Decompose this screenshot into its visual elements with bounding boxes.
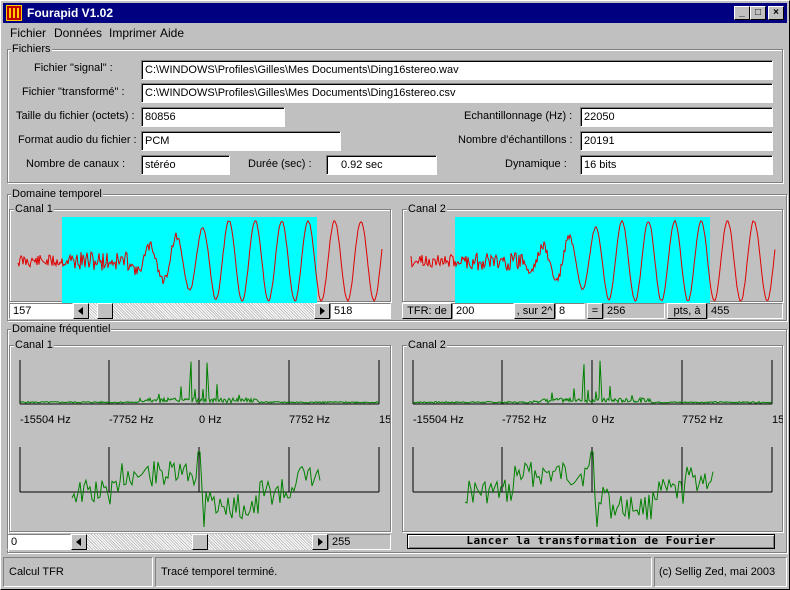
menu-aide-label: Aide — [160, 26, 185, 40]
freq-scroll-right-button[interactable] — [312, 534, 328, 550]
nb-echantillons-label: Nombre d'échantillons : — [458, 134, 573, 146]
scroll-left-button[interactable] — [73, 303, 89, 319]
transforme-label: Fichier "transformé" : — [22, 86, 125, 98]
tfr-de-label: TFR: de — [402, 303, 452, 319]
time-scrollbar[interactable] — [73, 303, 330, 319]
time-end-field[interactable]: 518 — [330, 303, 391, 319]
menu-imprimer-label: Imprimer — [109, 26, 157, 40]
time-scroll-thumb[interactable] — [97, 303, 113, 319]
signal-label: Fichier "signal" : — [34, 62, 113, 74]
main-window: Fourapid V1.02 _ □ × Fichier Données Imp… — [0, 0, 790, 590]
arrow-left-icon — [76, 538, 81, 546]
lancer-transformation-button[interactable]: Lancer la transformation de Fourier — [407, 534, 775, 549]
menu-donnees[interactable]: Données — [54, 26, 102, 40]
status-middle: Tracé temporel terminé. — [155, 557, 652, 587]
time-plot-canal1 — [17, 217, 383, 303]
status-left: Calcul TFR — [3, 557, 153, 587]
tfr-start-field[interactable]: 200 — [452, 303, 514, 319]
arrow-left-icon — [78, 307, 83, 315]
menu-fichier[interactable]: Fichier — [10, 26, 46, 40]
freq-tick-label: -15504 Hz — [413, 414, 464, 426]
power-field[interactable]: 8 — [555, 303, 585, 319]
freq-scroll-left-button[interactable] — [71, 534, 87, 550]
menu-bar: Fichier Données Imprimer Aide — [3, 24, 787, 42]
scroll-right-button[interactable] — [314, 303, 330, 319]
freq-plot-canal2: -15504 Hz -7752 Hz 0 Hz 7752 Hz 15 — [412, 360, 783, 528]
menu-fichier-label: Fichier — [10, 26, 47, 40]
freq-start-field[interactable]: 0 — [7, 534, 71, 550]
app-icon[interactable] — [6, 5, 22, 21]
dynamique-field[interactable]: 16 bits — [580, 155, 773, 175]
duree-label: Durée (sec) : — [248, 158, 312, 170]
pts-label: pts, à — [667, 303, 707, 319]
echantillonnage-label: Echantillonnage (Hz) : — [464, 110, 573, 122]
menu-imprimer[interactable]: Imprimer — [109, 26, 156, 40]
freq-end-field: 255 — [328, 534, 391, 550]
fichiers-group-label: Fichiers — [11, 43, 52, 55]
arrow-right-icon — [320, 307, 325, 315]
sur-label: , sur 2^ — [514, 303, 555, 319]
frequentiel-group-label: Domaine fréquentiel — [11, 323, 112, 335]
signal-file-field[interactable]: C:\WINDOWS\Profiles\Gilles\Mes Documents… — [141, 60, 773, 80]
duree-field[interactable]: 0.92 sec — [326, 155, 437, 175]
format-field[interactable]: PCM — [141, 131, 341, 151]
freq-tick-label: -15504 Hz — [20, 414, 71, 426]
minimize-button[interactable]: _ — [734, 6, 750, 20]
spectrum-axis-canal2 — [412, 360, 773, 405]
tfr-end-field: 455 — [707, 303, 783, 319]
taille-label: Taille du fichier (octets) : — [16, 110, 135, 122]
freq-tick-label: 7752 Hz — [289, 414, 330, 426]
echantillonnage-field[interactable]: 22050 — [580, 107, 773, 127]
freq-scrollbar[interactable] — [71, 534, 328, 550]
transforme-file-field[interactable]: C:\WINDOWS\Profiles\Gilles\Mes Documents… — [141, 83, 773, 103]
freq-tick-label: -7752 Hz — [109, 414, 154, 426]
format-label: Format audio du fichier : — [18, 134, 137, 146]
phase-axis-canal1 — [19, 447, 380, 493]
freq-tick-label: 15 — [379, 414, 390, 426]
spectrum-axis-canal1 — [19, 360, 380, 405]
freq-tick-label: 0 Hz — [592, 414, 615, 426]
dynamique-label: Dynamique : — [505, 158, 567, 170]
maximize-button[interactable]: □ — [750, 6, 766, 20]
points-result-field: 256 — [603, 303, 665, 319]
freq-plot-canal1: -15504 Hz -7752 Hz 0 Hz 7752 Hz 15 — [19, 360, 390, 528]
freq-tick-label: 7752 Hz — [682, 414, 723, 426]
freq-scroll-thumb[interactable] — [192, 534, 208, 550]
close-button[interactable]: × — [768, 6, 784, 20]
canaux-field[interactable]: stéréo — [141, 155, 230, 175]
menu-aide[interactable]: Aide — [160, 26, 184, 40]
status-right: (c) Sellig Zed, mai 2003 — [654, 557, 787, 587]
freq-tick-label: -7752 Hz — [502, 414, 547, 426]
title-bar[interactable]: Fourapid V1.02 _ □ × — [3, 3, 787, 23]
freq-tick-label: 0 Hz — [199, 414, 222, 426]
taille-field[interactable]: 80856 — [141, 107, 285, 127]
freq-tick-label: 15 — [772, 414, 783, 426]
canaux-label: Nombre de canaux : — [26, 158, 126, 170]
menu-donnees-label: Données — [54, 26, 103, 40]
equals-label: = — [587, 303, 603, 319]
time-start-field[interactable]: 157 — [9, 303, 73, 319]
phase-axis-canal2 — [412, 447, 773, 493]
temporel-group-label: Domaine temporel — [11, 188, 103, 200]
arrow-right-icon — [318, 538, 323, 546]
nb-echantillons-field[interactable]: 20191 — [580, 131, 773, 151]
window-title: Fourapid V1.02 — [27, 6, 114, 20]
time-plot-canal2 — [410, 217, 776, 303]
